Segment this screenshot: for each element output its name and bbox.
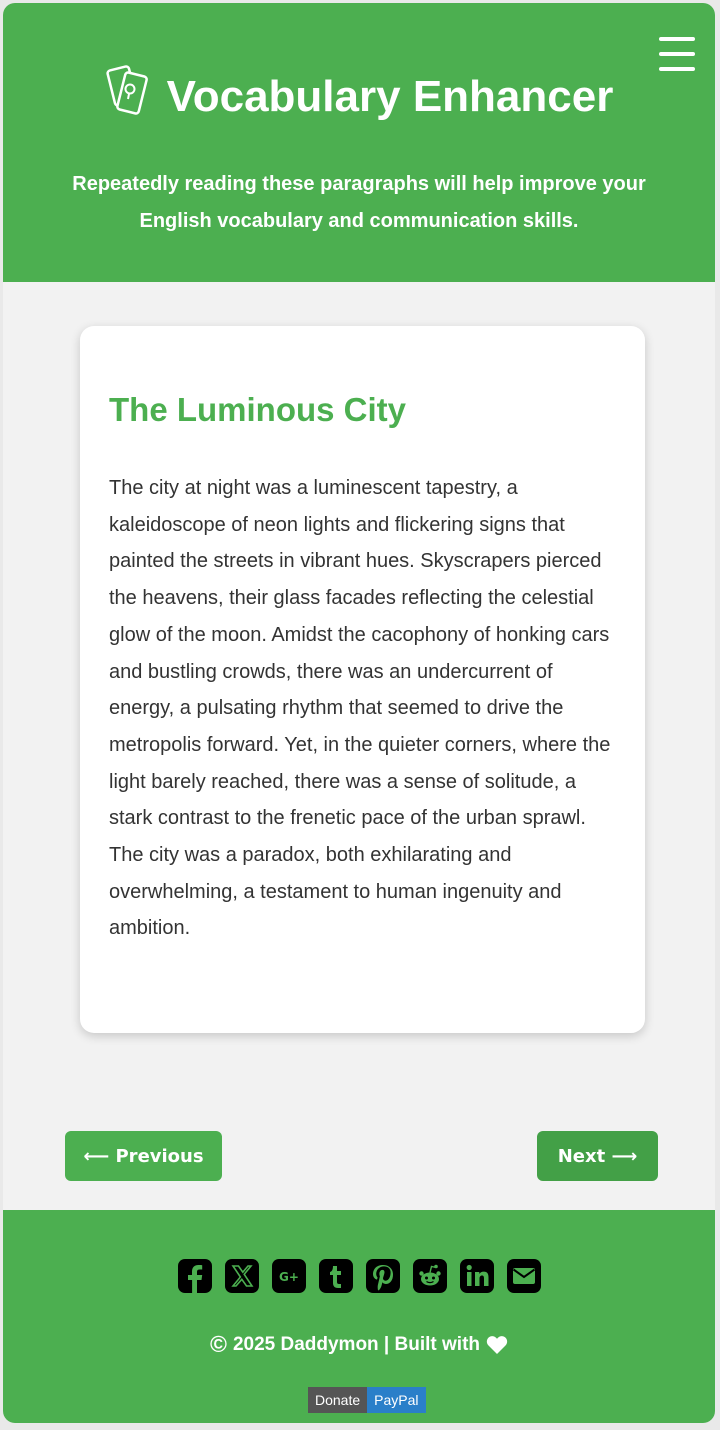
copyright: © 2025 Daddymon | Built with bbox=[3, 1331, 715, 1358]
svg-text:G+: G+ bbox=[279, 1270, 299, 1284]
donate-label: Donate bbox=[308, 1387, 368, 1413]
copyright-text: 2025 Daddymon | Built with bbox=[232, 1333, 481, 1355]
email-icon[interactable] bbox=[506, 1258, 542, 1294]
paypal-label: PayPal bbox=[367, 1387, 426, 1413]
paragraph-card: The Luminous City The city at night was … bbox=[80, 326, 645, 1033]
app-title: Vocabulary Enhancer bbox=[166, 72, 614, 121]
app-frame: Vocabulary Enhancer Repeatedly reading t… bbox=[3, 3, 715, 1423]
next-button[interactable]: Next ⟶ bbox=[537, 1131, 658, 1181]
tumblr-icon[interactable] bbox=[318, 1258, 354, 1294]
previous-button[interactable]: ⟵ Previous bbox=[65, 1131, 222, 1181]
header-subtitle: Repeatedly reading these paragraphs will… bbox=[72, 173, 646, 232]
heart-icon bbox=[486, 1335, 508, 1354]
paragraph-text: The city at night was a luminescent tape… bbox=[109, 477, 611, 940]
facebook-icon[interactable] bbox=[177, 1258, 213, 1294]
google-plus-icon[interactable]: G+ bbox=[271, 1258, 307, 1294]
social-share-row: G+ bbox=[3, 1258, 715, 1294]
paragraph-title: The Luminous City bbox=[109, 391, 406, 428]
flashcards-lightbulb-icon bbox=[106, 65, 148, 115]
x-twitter-icon[interactable] bbox=[224, 1258, 260, 1294]
header: Vocabulary Enhancer Repeatedly reading t… bbox=[3, 3, 715, 282]
donate-paypal-badge[interactable]: Donate PayPal bbox=[308, 1387, 426, 1413]
footer: G+ © 2025 Daddymon | Built with Donate P… bbox=[3, 1210, 715, 1423]
title-row: Vocabulary Enhancer bbox=[3, 55, 715, 139]
linkedin-icon[interactable] bbox=[459, 1258, 495, 1294]
copyright-icon: © bbox=[209, 1331, 227, 1357]
reddit-icon[interactable] bbox=[412, 1258, 448, 1294]
pinterest-icon[interactable] bbox=[365, 1258, 401, 1294]
